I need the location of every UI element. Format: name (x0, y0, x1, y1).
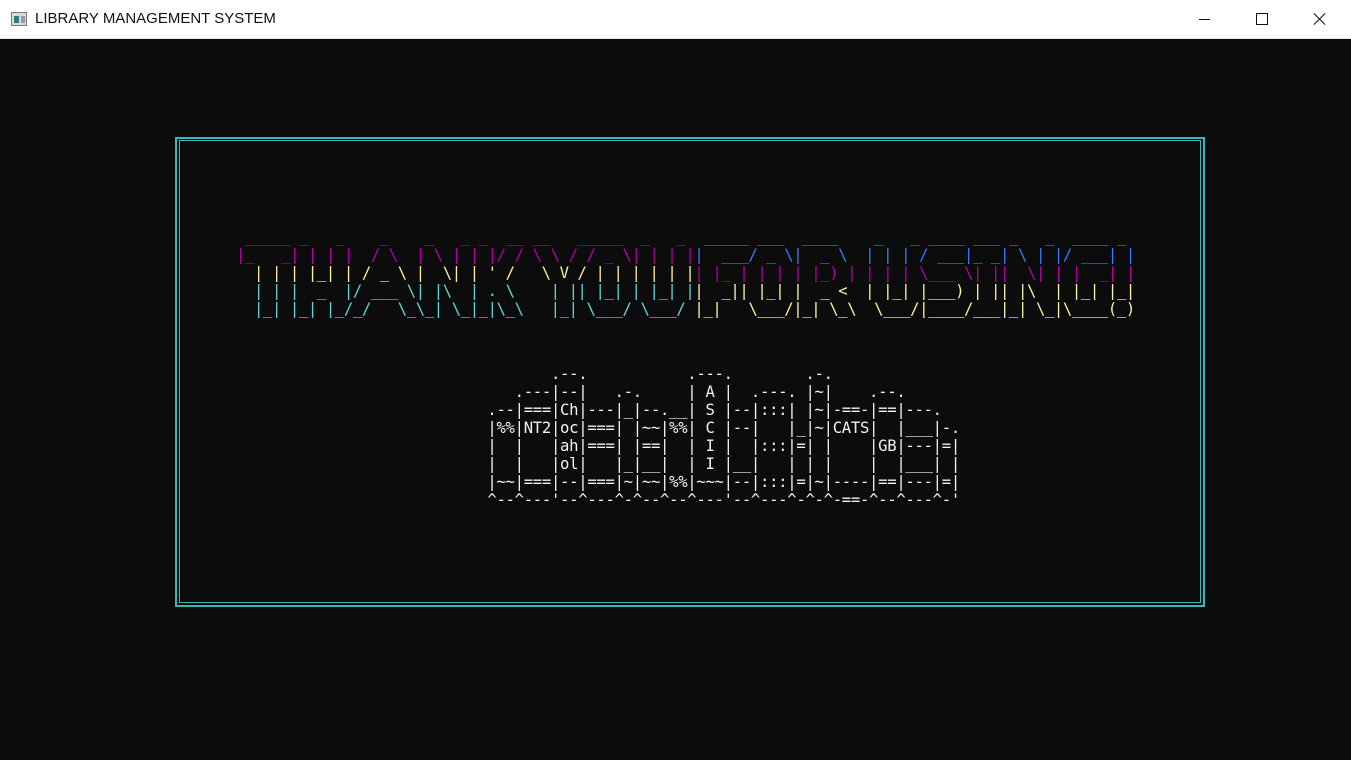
close-icon (1314, 13, 1326, 25)
ascii-art-line: .--|===|Ch|---|_|--.__| S |--|:::| |~|-=… (451, 401, 942, 419)
library-books-ascii-art: .--. .---. .-. .---|--| .-. | A | .---. … (451, 365, 960, 509)
banner-segment: | | | |_| | / _ \ | \| | ' / \ V / | | |… (236, 264, 695, 282)
maximize-icon (1256, 13, 1268, 25)
console-window: LIBRARY MANAGEMENT SYSTEM _____ _ _ _ _ … (0, 0, 1351, 760)
banner-segment: _____ _ _ _ _ _ _ __ __ _____ _ _ (236, 228, 695, 246)
banner-segment: _____ ___ ____ _ _ ____ ___ _ _ ____ _ (694, 228, 1135, 246)
title-bar[interactable]: LIBRARY MANAGEMENT SYSTEM (0, 0, 1351, 39)
ascii-art-line: |~~|===|--|===|~|~~|%%|~~~|--|:::|=|~|--… (451, 473, 960, 491)
ascii-art-line: | | |ol| |_|__| | I |__| | | | | |___| | (451, 455, 960, 473)
ascii-art-line: |%%|NT2|oc|===| |~~|%%| C |--| |_|~|CATS… (451, 419, 960, 437)
banner-line: | | | _ |/ ___ \| |\ | . \ | || |_| | |_… (236, 282, 1135, 300)
banner-line: | | | |_| | / _ \ | \| | ' / \ V / | | |… (236, 264, 1135, 282)
close-button[interactable] (1291, 0, 1349, 39)
minimize-icon (1199, 19, 1210, 20)
window-title: LIBRARY MANAGEMENT SYSTEM (35, 10, 276, 27)
banner-segment: |_ _| | | | / \ | \ | | |/ / \ \ / / _ \… (236, 246, 695, 264)
ascii-art-line: | | |ah|===| |==| | I | |:::|=| | |GB|--… (451, 437, 960, 455)
banner-line: |_| |_| |_/_/ \_\_| \_|_|\_\ |_| \___/ \… (236, 300, 1135, 318)
banner-line: _____ _ _ _ _ _ _ __ __ _____ _ _ _____ … (236, 228, 1135, 246)
banner-segment: | | | _ |/ ___ \| |\ | . \ | || |_| | |_… (236, 282, 695, 300)
banner-segment: |_| \___/|_| \_\ \___/|____/___|_| \_|\_… (694, 300, 1135, 318)
thank-you-banner: _____ _ _ _ _ _ _ __ __ _____ _ _ _____ … (236, 228, 1135, 318)
ascii-art-line: .---|--| .-. | A | .---. |~| .--. (451, 383, 906, 401)
banner-segment: | |_ | | | | |_) | | | | \___ \| || \| |… (694, 264, 1135, 282)
banner-line: |_ _| | | | / \ | \ | | |/ / \ \ / / _ \… (236, 246, 1135, 264)
banner-segment: | ___/ _ \| _ \ | | | / ___|_ _| \ | |/ … (694, 246, 1135, 264)
minimize-button[interactable] (1175, 0, 1233, 39)
maximize-button[interactable] (1233, 0, 1291, 39)
banner-segment: |_| |_| |_/_/ \_\_| \_|_|\_\ |_| \___/ \… (236, 300, 695, 318)
ascii-art-line: ^--^---'--^---^-^--^--^---'--^---^-^-^-=… (451, 491, 960, 509)
console-app-icon[interactable] (11, 12, 27, 26)
ascii-art-line: .--. .---. .-. (451, 365, 833, 383)
banner-segment: | _|| |_| | _ < | |_| |___) | || |\ | |_… (694, 282, 1135, 300)
